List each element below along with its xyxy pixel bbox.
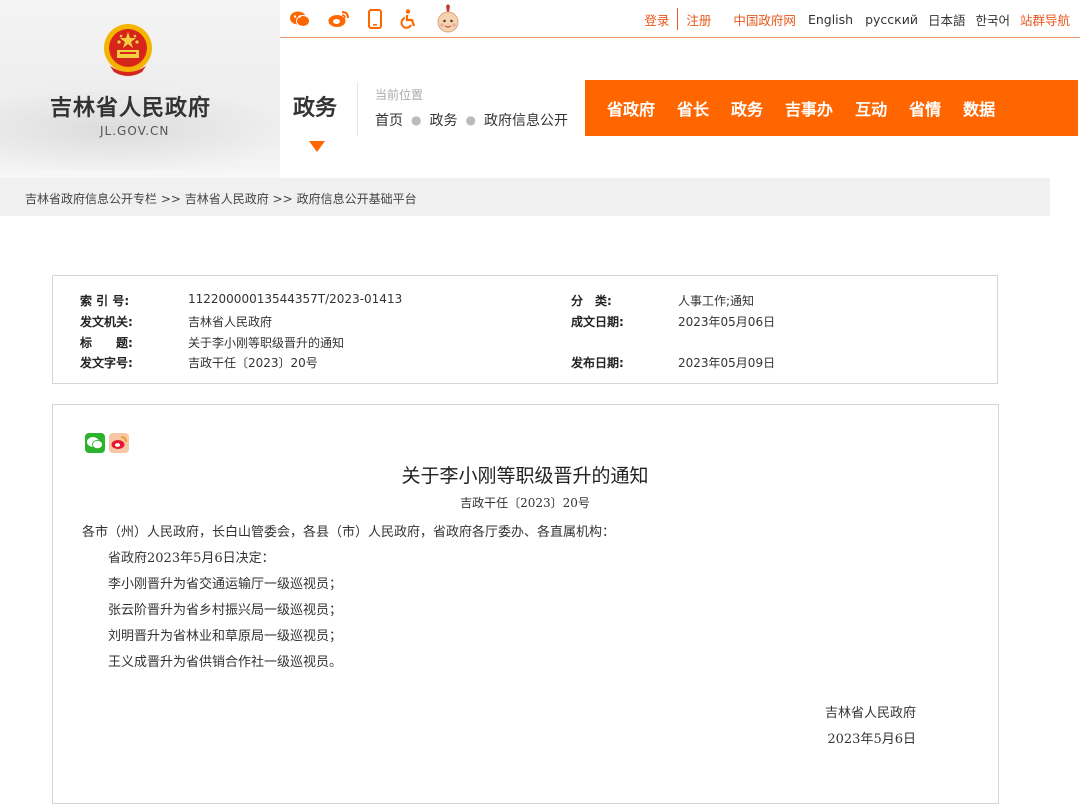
document-paragraph: 刘明晋升为省林业和草原局一级巡视员； (108, 629, 343, 644)
nav-provincial-government[interactable]: 省政府 (607, 96, 655, 120)
gov-portal-link[interactable]: 中国政府网 (733, 10, 796, 29)
meta-docno-value: 吉政干任〔2023〕20号 (188, 356, 318, 370)
document-paragraph: 李小刚晋升为省交通运输厅一级巡视员； (108, 577, 343, 592)
meta-docno: 发文字号: (80, 354, 133, 371)
national-emblem-icon[interactable] (102, 22, 154, 78)
meta-category-value: 人事工作;通知 (678, 294, 755, 308)
document-addressee: 各市（州）人民政府，长白山管委会，各县（市）人民政府，省政府各厅委办、各直属机构… (82, 525, 616, 540)
document-signature: 吉林省人民政府 (824, 706, 916, 721)
nav-interaction[interactable]: 互动 (855, 96, 887, 120)
location-dot-icon: ● (465, 113, 476, 127)
meta-category-label: 分 类: (571, 294, 612, 308)
mascot-icon[interactable] (436, 4, 460, 41)
location-label: 当前位置 (375, 88, 424, 102)
site-domain: JL.GOV.CN (100, 124, 170, 138)
breadcrumb: 吉林省政府信息公开专栏 >> 吉林省人民政府 >> 政府信息公开基础平台 (25, 190, 417, 207)
nav-data[interactable]: 数据 (963, 96, 995, 120)
location-home-link[interactable]: 首页 (375, 110, 403, 130)
document-paragraph: 王义成晋升为省供销合作社一级巡视员。 (108, 655, 343, 670)
breadcrumb-item[interactable]: 政府信息公开基础平台 (297, 192, 417, 206)
wechat-icon[interactable] (290, 10, 310, 35)
english-link[interactable]: English (808, 12, 853, 27)
korean-link[interactable]: 한국어 (975, 10, 1010, 29)
japanese-link[interactable]: 日本語 (928, 10, 966, 29)
meta-published-label: 发布日期: (571, 356, 624, 370)
meta-title: 标 题: (80, 334, 133, 351)
meta-created-value: 2023年05月06日 (678, 315, 776, 329)
top-icon-bar (290, 4, 460, 41)
location-disclosure-link[interactable]: 政府信息公开 (484, 110, 568, 130)
login-divider (677, 8, 679, 30)
nav-governor[interactable]: 省长 (677, 96, 709, 120)
register-link[interactable]: 注册 (686, 10, 711, 29)
main-nav: 省政府 省长 政务 吉事办 互动 省情 数据 (585, 80, 1078, 136)
site-name[interactable]: 吉林省人民政府 (50, 90, 211, 122)
meta-published-value: 2023年05月09日 (678, 356, 776, 370)
sitemap-link[interactable]: 站群导航 (1020, 10, 1070, 29)
meta-title-value: 关于李小刚等职级晋升的通知 (188, 336, 345, 350)
breadcrumb-separator: >> (272, 192, 293, 206)
meta-category: 分 类: (571, 292, 612, 309)
top-link-bar: 登录 注册 中国政府网 English русский 日本語 한국어 站群导航 (632, 8, 1070, 30)
document-title: 关于李小刚等职级晋升的通知 (401, 465, 649, 487)
meta-index-label: 索 引 号: (80, 294, 130, 308)
meta-index: 索 引 号: (80, 292, 129, 309)
section-title: 政务 (293, 96, 338, 121)
location-politics-link[interactable]: 政务 (429, 110, 457, 130)
section-divider (357, 82, 358, 136)
section-arrow-icon (309, 141, 325, 152)
document-date: 2023年5月6日 (827, 732, 916, 747)
meta-docno-label: 发文字号: (80, 356, 133, 370)
nav-politics[interactable]: 政务 (731, 96, 763, 120)
location-path: 首页 ● 政务 ● 政府信息公开 (375, 110, 568, 130)
weibo-share-icon[interactable] (109, 433, 129, 453)
weibo-icon[interactable] (328, 10, 350, 35)
document-number: 吉政干任〔2023〕20号 (460, 496, 590, 510)
russian-link[interactable]: русский (865, 12, 918, 27)
wechat-share-icon[interactable] (85, 433, 105, 453)
document-paragraph: 省政府2023年5月6日决定： (108, 551, 275, 566)
meta-created: 成文日期: (571, 313, 624, 330)
nav-province-info[interactable]: 省情 (909, 96, 941, 120)
meta-index-value: 11220000013544357T/2023-01413 (188, 292, 403, 306)
share-bar (85, 433, 129, 453)
meta-created-label: 成文日期: (571, 315, 624, 329)
nav-jishiban[interactable]: 吉事办 (785, 96, 833, 120)
meta-issuer-label: 发文机关: (80, 315, 133, 329)
meta-issuer: 发文机关: (80, 313, 133, 330)
meta-issuer-value: 吉林省人民政府 (188, 315, 273, 329)
document-paragraph: 张云阶晋升为省乡村振兴局一级巡视员； (108, 603, 343, 618)
mobile-icon[interactable] (368, 9, 382, 36)
breadcrumb-item[interactable]: 吉林省人民政府 (185, 192, 269, 206)
breadcrumb-separator: >> (160, 192, 181, 206)
breadcrumb-item[interactable]: 吉林省政府信息公开专栏 (25, 192, 157, 206)
login-link[interactable]: 登录 (644, 10, 669, 29)
meta-title-label: 标 题: (80, 336, 133, 350)
location-dot-icon: ● (411, 113, 422, 127)
meta-published: 发布日期: (571, 354, 624, 371)
accessibility-icon[interactable] (400, 9, 418, 36)
